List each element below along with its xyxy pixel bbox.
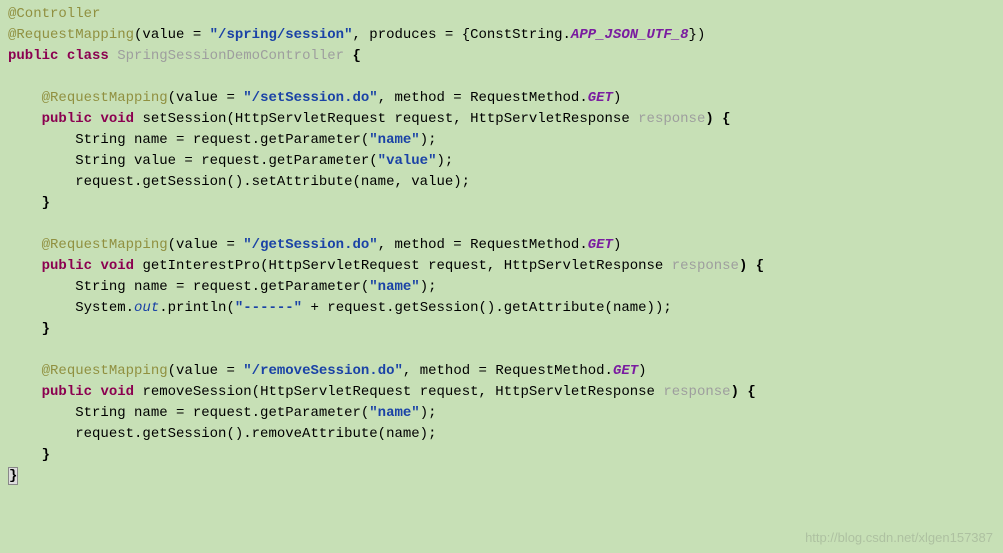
constant: GET [588,90,613,106]
keyword: public [42,384,92,400]
closing-brace-caret: } [8,467,18,485]
constant: GET [588,237,613,253]
code-text: ); [420,132,437,148]
unused-param: response [638,111,705,127]
code-text: request.getSession().removeAttribute(nam… [75,426,436,442]
class-name: SpringSessionDemoController [117,48,344,64]
code-block: @Controller @RequestMapping(value = "/sp… [0,0,1003,491]
code-text: , method = RequestMethod. [403,363,613,379]
code-text: ) { [739,258,764,274]
annotation: @RequestMapping [42,237,168,253]
code-text: String value = request.getParameter( [75,153,377,169]
code-text: setSession(HttpServletRequest request, H… [134,111,638,127]
code-text: request.getSession().setAttribute(name, … [75,174,470,190]
code-text: String name = request.getParameter( [75,405,369,421]
constant: GET [613,363,638,379]
string-literal: "name" [369,405,419,421]
string-literal: "------" [235,300,302,316]
keyword: public [8,48,58,64]
code-text: (value = [168,363,244,379]
string-literal: "name" [369,132,419,148]
annotation: @RequestMapping [42,363,168,379]
keyword: public [42,111,92,127]
code-text: getInterestPro(HttpServletRequest reques… [134,258,672,274]
code-text: ) [613,90,621,106]
string-literal: "/getSession.do" [243,237,377,253]
code-text: ) { [705,111,730,127]
code-text: ); [436,153,453,169]
code-text: ) [638,363,646,379]
code-text: (value = [168,90,244,106]
code-text: }) [689,27,706,43]
code-text: (value = [134,27,210,43]
watermark: http://blog.csdn.net/xlgen157387 [805,528,993,548]
keyword: void [100,258,134,274]
keyword: void [100,384,134,400]
string-literal: "/removeSession.do" [243,363,403,379]
string-literal: "name" [369,279,419,295]
code-text: (value = [168,237,244,253]
annotation: @RequestMapping [8,27,134,43]
constant: APP_JSON_UTF_8 [571,27,689,43]
brace: { [344,48,361,64]
code-text: , method = RequestMethod. [378,90,588,106]
code-text: .println( [159,300,235,316]
unused-param: response [672,258,739,274]
brace: } [42,321,50,337]
code-text: String name = request.getParameter( [75,132,369,148]
code-text: ); [420,405,437,421]
keyword: class [67,48,109,64]
static-field: out [134,300,159,316]
string-literal: "/spring/session" [210,27,353,43]
brace: } [42,447,50,463]
code-text: ) { [731,384,756,400]
keyword: void [100,111,134,127]
unused-param: response [663,384,730,400]
brace: } [42,195,50,211]
code-text: String name = request.getParameter( [75,279,369,295]
annotation: @Controller [8,6,100,22]
code-text: + request.getSession().getAttribute(name… [302,300,672,316]
code-text: ) [613,237,621,253]
string-literal: "value" [378,153,437,169]
keyword: public [42,258,92,274]
code-text: System. [75,300,134,316]
code-text: , method = RequestMethod. [378,237,588,253]
code-text: , produces = {ConstString. [352,27,570,43]
code-text: ); [420,279,437,295]
annotation: @RequestMapping [42,90,168,106]
code-text: removeSession(HttpServletRequest request… [134,384,663,400]
string-literal: "/setSession.do" [243,90,377,106]
